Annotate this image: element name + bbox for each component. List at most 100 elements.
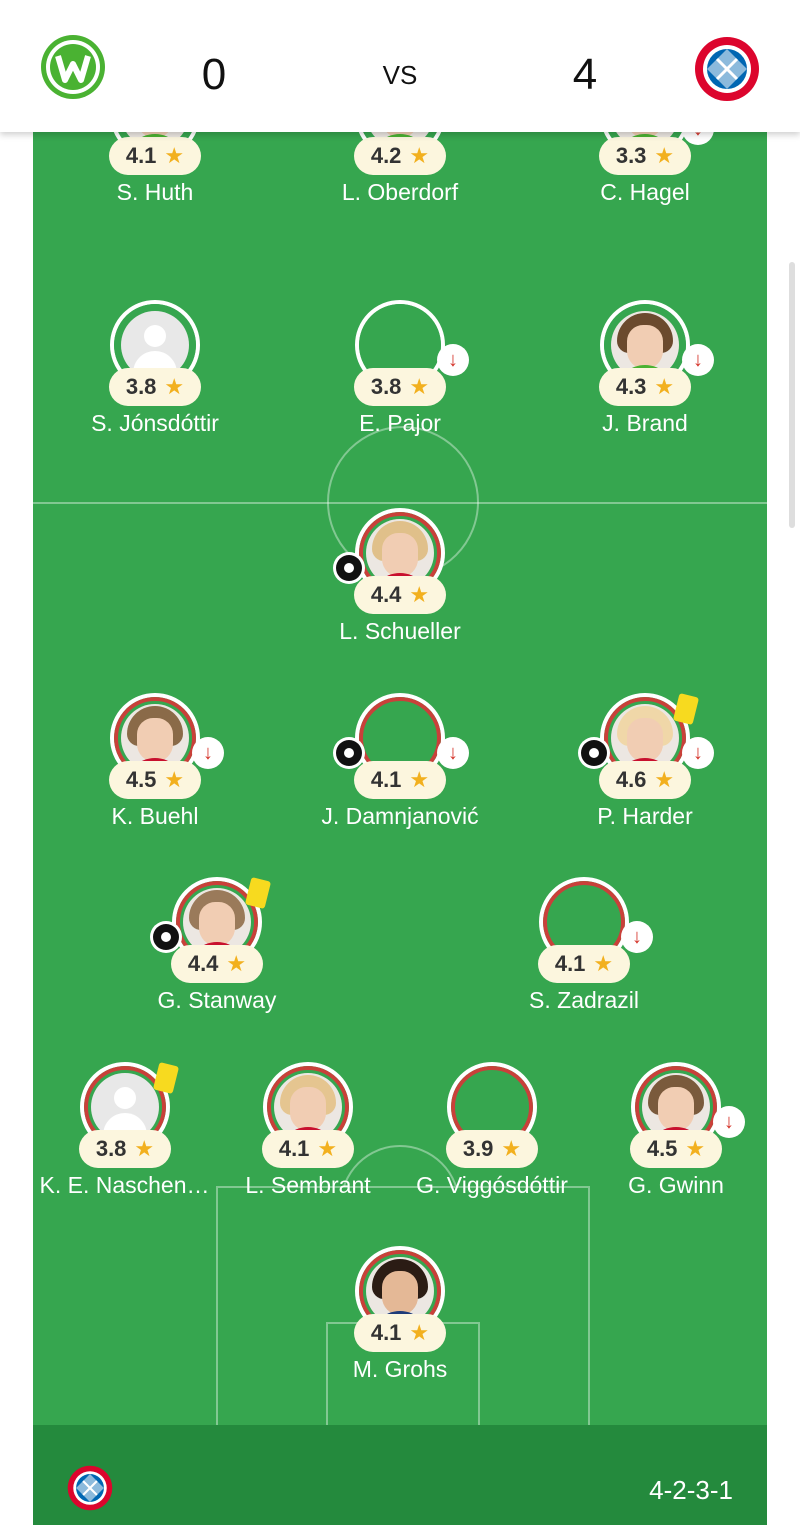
star-icon: ★	[164, 143, 185, 168]
star-icon: ★	[654, 374, 675, 399]
player-rating: 4.5 ★	[109, 761, 201, 799]
player-name: G. Stanway	[157, 987, 277, 1013]
player-name: K. Buehl	[111, 803, 199, 829]
substitution-out-icon: ↓	[437, 344, 469, 376]
player-card[interactable]: ↓ 4.3 ★ J. Brand	[550, 300, 740, 450]
star-icon: ★	[409, 582, 430, 607]
yellow-card-icon	[672, 692, 700, 726]
bayern-munich-logo-icon[interactable]	[694, 36, 760, 102]
rating-value: 4.1	[370, 767, 402, 792]
substitution-out-icon: ↓	[192, 737, 224, 769]
player-rating: 4.1 ★	[109, 137, 201, 175]
player-name: S. Zadrazil	[529, 987, 639, 1013]
player-rating: 4.1 ★	[354, 1314, 446, 1352]
player-name: G. Viggósdóttir	[416, 1172, 568, 1198]
rating-value: 4.5	[646, 1136, 678, 1161]
rating-value: 3.8	[125, 374, 157, 399]
player-name: L. Schueller	[339, 618, 461, 644]
player-card[interactable]: 3.8 ★ S. Jónsdóttir	[60, 300, 250, 450]
player-rating: 4.2 ★	[354, 137, 446, 175]
away-score: 4	[572, 50, 598, 99]
star-icon: ★	[409, 1320, 430, 1345]
player-card[interactable]: 4.4 ★ G. Stanway	[122, 876, 312, 1027]
rating-value: 4.1	[554, 951, 586, 976]
player-rating: 4.5 ★	[630, 1130, 722, 1168]
player-name: G. Gwinn	[628, 1172, 724, 1198]
player-rating: 4.6 ★	[599, 761, 691, 799]
player-card[interactable]: 3.9 ★ G. Viggósdóttir	[397, 1062, 587, 1212]
player-name: S. Jónsdóttir	[91, 410, 219, 436]
goal-ball-icon	[150, 921, 182, 953]
star-icon: ★	[593, 951, 614, 976]
player-rating: 3.8 ★	[354, 368, 446, 406]
pitch: 4.1 ★ S. Huth 4.2 ★ L. Oberdorf ↓ 3.3 ★ C. …	[33, 100, 767, 1425]
player-name: M. Grohs	[352, 1356, 448, 1382]
rating-value: 3.3	[615, 143, 647, 168]
home-score: 0	[201, 50, 227, 99]
player-name: S. Huth	[116, 179, 194, 205]
player-card[interactable]: 3.8 ★ K. E. Naschen…	[33, 1061, 220, 1212]
player-rating: 4.3 ★	[599, 368, 691, 406]
rating-value: 4.5	[125, 767, 157, 792]
match-header: 0 VS 4	[0, 0, 800, 132]
player-rating: 3.9 ★	[446, 1130, 538, 1168]
star-icon: ★	[654, 143, 675, 168]
player-name: C. Hagel	[600, 179, 690, 205]
player-card[interactable]: ↓ 4.5 ★ G. Gwinn	[581, 1062, 767, 1212]
player-rating: 3.8 ★	[109, 368, 201, 406]
player-rating: 4.4 ★	[171, 945, 263, 983]
player-card[interactable]: 4.1 ★ L. Sembrant	[213, 1062, 403, 1212]
wolfsburg-logo-icon[interactable]	[40, 34, 106, 100]
rating-value: 3.8	[370, 374, 402, 399]
star-icon: ★	[501, 1136, 522, 1161]
player-name: L. Sembrant	[245, 1172, 371, 1198]
player-rating: 4.4 ★	[354, 576, 446, 614]
star-icon: ★	[134, 1136, 155, 1161]
rating-value: 4.1	[125, 143, 157, 168]
player-card[interactable]: 4.1 ★ M. Grohs	[305, 1246, 495, 1396]
player-rating: 4.1 ★	[262, 1130, 354, 1168]
substitution-out-icon: ↓	[682, 737, 714, 769]
player-rating: 4.1 ★	[354, 761, 446, 799]
player-name: E. Pajor	[359, 410, 441, 436]
player-name: P. Harder	[597, 803, 693, 829]
player-name: J. Brand	[602, 410, 688, 436]
player-rating: 3.3 ★	[599, 137, 691, 175]
rating-value: 4.1	[370, 1320, 402, 1345]
goal-ball-icon	[333, 737, 365, 769]
star-icon: ★	[409, 767, 430, 792]
player-rating: 3.8 ★	[79, 1130, 171, 1168]
player-card[interactable]: 4.4 ★ L. Schueller	[305, 508, 495, 658]
player-card[interactable]: ↓ 4.1 ★ J. Damnjanović	[305, 693, 495, 843]
scrollbar[interactable]	[789, 262, 795, 528]
team-formation-bar: 4-2-3-1	[33, 1425, 767, 1525]
rating-value: 4.1	[278, 1136, 310, 1161]
player-name: K. E. Naschen…	[39, 1172, 210, 1198]
substitution-out-icon: ↓	[713, 1106, 745, 1138]
yellow-card-icon	[152, 1061, 180, 1095]
rating-value: 4.4	[370, 582, 402, 607]
rating-value: 3.9	[462, 1136, 494, 1161]
star-icon: ★	[164, 767, 185, 792]
star-icon: ★	[409, 143, 430, 168]
player-card[interactable]: ↓ 3.8 ★ E. Pajor	[305, 300, 495, 450]
player-card[interactable]: ↓ 4.6 ★ P. Harder	[550, 692, 740, 843]
bayern-munich-logo-icon	[67, 1465, 113, 1511]
goal-ball-icon	[578, 737, 610, 769]
star-icon: ★	[317, 1136, 338, 1161]
rating-value: 4.2	[370, 143, 402, 168]
star-icon: ★	[685, 1136, 706, 1161]
goal-ball-icon	[333, 552, 365, 584]
player-rating: 4.1 ★	[538, 945, 630, 983]
formation-label: 4-2-3-1	[649, 1475, 733, 1505]
rating-value: 4.6	[615, 767, 647, 792]
yellow-card-icon	[244, 876, 272, 910]
player-card[interactable]: ↓ 4.1 ★ S. Zadrazil	[489, 877, 679, 1027]
rating-value: 3.8	[95, 1136, 127, 1161]
star-icon: ★	[226, 951, 247, 976]
rating-value: 4.3	[615, 374, 647, 399]
substitution-out-icon: ↓	[682, 344, 714, 376]
substitution-out-icon: ↓	[621, 921, 653, 953]
rating-value: 4.4	[187, 951, 219, 976]
player-card[interactable]: ↓ 4.5 ★ K. Buehl	[60, 693, 250, 843]
